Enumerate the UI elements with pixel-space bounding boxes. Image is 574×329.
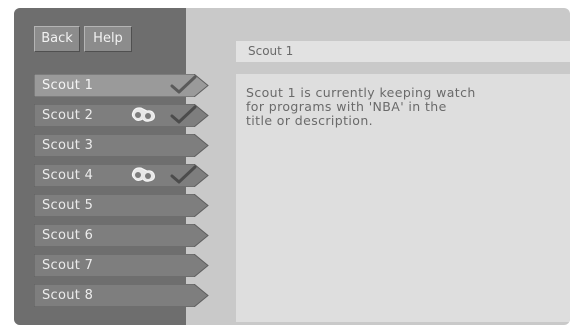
scout-label: Scout 1 bbox=[42, 78, 94, 93]
scout-tab-1[interactable]: Scout 1 bbox=[34, 74, 210, 97]
scout-tab-6[interactable]: Scout 6 bbox=[34, 224, 210, 247]
scout-label: Scout 4 bbox=[42, 168, 94, 183]
binoculars-icon bbox=[131, 167, 155, 182]
scout-tab-3[interactable]: Scout 3 bbox=[34, 134, 210, 157]
scout-label: Scout 7 bbox=[42, 258, 94, 273]
description-text: Scout 1 is currently keeping watch for p… bbox=[246, 85, 476, 128]
back-button[interactable]: Back bbox=[34, 26, 80, 52]
scout-tab-7[interactable]: Scout 7 bbox=[34, 254, 210, 277]
description-panel: Scout 1 is currently keeping watch for p… bbox=[236, 74, 570, 322]
checkmark-icon bbox=[170, 75, 197, 94]
detail-title: Scout 1 bbox=[236, 41, 570, 62]
scout-tab-4[interactable]: Scout 4 bbox=[34, 164, 210, 187]
scout-label: Scout 6 bbox=[42, 228, 94, 243]
checkmark-icon bbox=[170, 105, 197, 124]
help-button[interactable]: Help bbox=[84, 26, 132, 52]
binoculars-icon bbox=[131, 107, 155, 122]
scout-label: Scout 5 bbox=[42, 198, 94, 213]
scout-label: Scout 8 bbox=[42, 288, 94, 303]
checkmark-icon bbox=[170, 165, 197, 184]
scout-tab-5[interactable]: Scout 5 bbox=[34, 194, 210, 217]
scout-label: Scout 3 bbox=[42, 138, 94, 153]
scout-tab-8[interactable]: Scout 8 bbox=[34, 284, 210, 307]
scout-tab-2[interactable]: Scout 2 bbox=[34, 104, 210, 127]
detail-panel: Scout 1 Scout 1 is currently keeping wat… bbox=[236, 38, 570, 325]
scout-manager-window: Back Help Scout 1 Scout 2 Scout 3 Scout 4 Sc… bbox=[14, 8, 570, 325]
scout-label: Scout 2 bbox=[42, 108, 94, 123]
